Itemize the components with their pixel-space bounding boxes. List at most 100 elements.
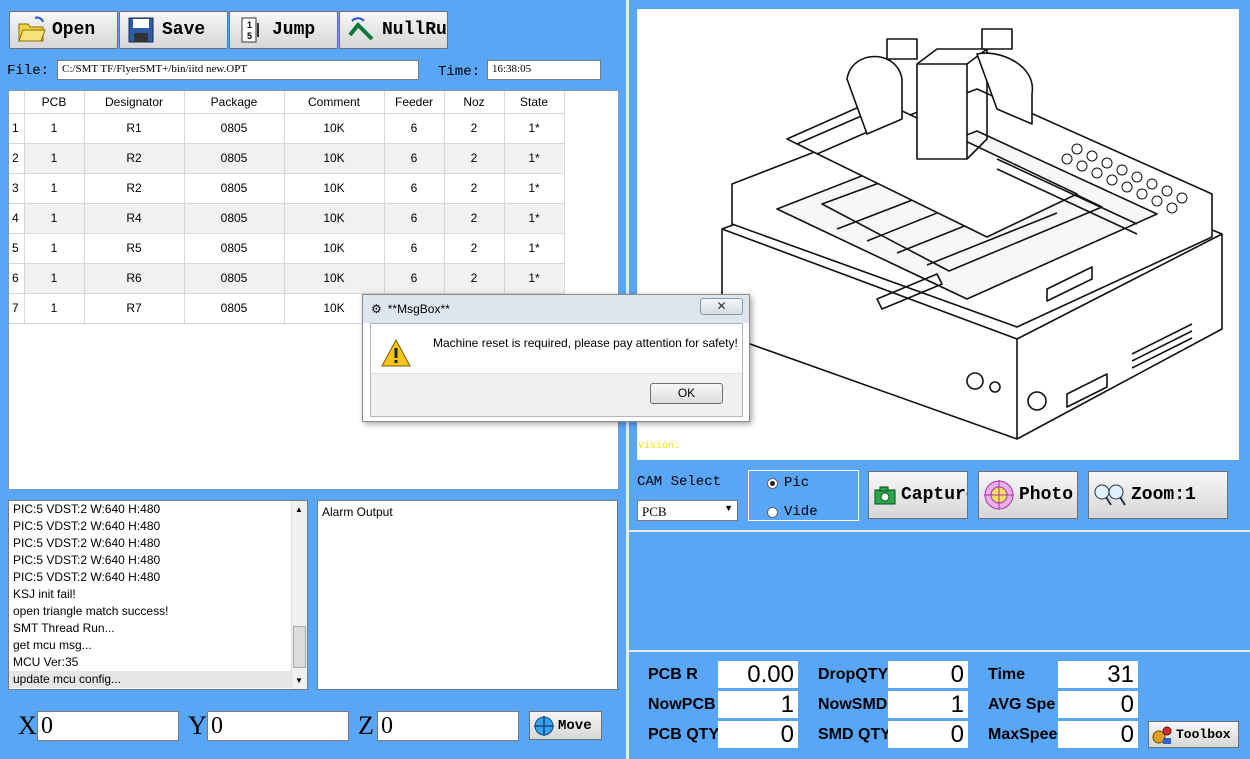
cell-package[interactable]: 0805	[184, 173, 285, 204]
cell-state[interactable]: 1*	[504, 173, 565, 204]
video-radio[interactable]: Vide	[767, 504, 818, 520]
y-position-field[interactable]: 0	[207, 711, 349, 741]
cell-noz[interactable]: 2	[444, 263, 505, 294]
move-button[interactable]: Move	[529, 711, 602, 740]
cell-feeder[interactable]: 6	[384, 233, 445, 264]
cell-designator[interactable]: R6	[84, 263, 185, 294]
cell-state[interactable]: 1*	[504, 113, 565, 144]
cell-pcb[interactable]: 1	[24, 113, 85, 144]
cell-noz[interactable]: 2	[444, 203, 505, 234]
log-line: SMT Thread Run...	[13, 621, 115, 635]
msgbox-dialog: ⚙ **MsgBox** ✕ Machine reset is required…	[362, 294, 750, 422]
cell-comment[interactable]: 10K	[284, 173, 385, 204]
cell-comment[interactable]: 10K	[284, 113, 385, 144]
save-button[interactable]: Save	[119, 11, 228, 49]
table-row[interactable]: 6 1 R6 0805 10K 6 2 1*	[9, 263, 565, 294]
horizontal-divider-stats	[629, 650, 1250, 652]
cell-feeder[interactable]: 6	[384, 113, 445, 144]
floppy-disk-icon	[128, 17, 154, 43]
cell-designator[interactable]: R2	[84, 143, 185, 174]
cell-package[interactable]: 0805	[184, 203, 285, 234]
cell-comment[interactable]: 10K	[284, 143, 385, 174]
cell-feeder[interactable]: 6	[384, 143, 445, 174]
table-row[interactable]: 5 1 R5 0805 10K 6 2 1*	[9, 233, 565, 264]
z-position-field[interactable]: 0	[377, 711, 519, 741]
table-row[interactable]: 1 1 R1 0805 10K 6 2 1*	[9, 113, 565, 144]
cell-comment[interactable]: 10K	[284, 263, 385, 294]
table-row[interactable]: 3 1 R2 0805 10K 6 2 1*	[9, 173, 565, 204]
scroll-down-icon[interactable]: ▼	[295, 676, 303, 685]
log-list[interactable]: PIC:5 VDST:2 W:640 H:480 PIC:5 VDST:2 W:…	[8, 500, 308, 690]
camera-icon	[874, 486, 896, 505]
cell-state[interactable]: 1*	[504, 233, 565, 264]
cam-select-dropdown[interactable]: PCB ▼	[637, 500, 738, 521]
log-scrollbar[interactable]: ▲ ▼	[291, 501, 307, 689]
cell-designator[interactable]: R2	[84, 173, 185, 204]
cell-feeder[interactable]: 6	[384, 173, 445, 204]
cell-noz[interactable]: 2	[444, 143, 505, 174]
cell-designator[interactable]: R4	[84, 203, 185, 234]
cell-designator[interactable]: R1	[84, 113, 185, 144]
cell-pcb[interactable]: 1	[24, 263, 85, 294]
cell-noz[interactable]: 2	[444, 113, 505, 144]
now-pcb-value: 1	[718, 691, 798, 718]
table-row[interactable]: 4 1 R4 0805 10K 6 2 1*	[9, 203, 565, 234]
cell-pcb[interactable]: 1	[24, 293, 85, 324]
cell-comment[interactable]: 10K	[284, 233, 385, 264]
capture-button[interactable]: Capture	[868, 471, 968, 519]
ok-button[interactable]: OK	[650, 383, 723, 404]
now-smd-label: NowSMD	[818, 696, 888, 713]
log-scroll-thumb[interactable]	[293, 626, 306, 668]
scroll-up-icon[interactable]: ▲	[295, 505, 303, 514]
cell-pcb[interactable]: 1	[24, 143, 85, 174]
pic-radio[interactable]: Pic	[767, 475, 809, 491]
cell-noz[interactable]: 2	[444, 173, 505, 204]
cell-package[interactable]: 0805	[184, 293, 285, 324]
cell-state[interactable]: 1*	[504, 143, 565, 174]
time-field[interactable]: 16:38:05	[487, 60, 601, 80]
row-number: 4	[9, 203, 25, 234]
nullrun-button[interactable]: NullRun	[339, 11, 448, 49]
cell-pcb[interactable]: 1	[24, 233, 85, 264]
cell-comment[interactable]: 10K	[284, 203, 385, 234]
cell-package[interactable]: 0805	[184, 263, 285, 294]
cell-pcb[interactable]: 1	[24, 203, 85, 234]
placement-table[interactable]: PCB Designator Package Comment Feeder No…	[8, 90, 619, 490]
cell-package[interactable]: 0805	[184, 113, 285, 144]
col-header-package[interactable]: Package	[184, 91, 285, 114]
photo-button[interactable]: Photo	[978, 471, 1078, 519]
col-header-feeder[interactable]: Feeder	[384, 91, 445, 114]
cell-pcb[interactable]: 1	[24, 173, 85, 204]
cell-designator[interactable]: R5	[84, 233, 185, 264]
cell-package[interactable]: 0805	[184, 143, 285, 174]
dialog-close-button[interactable]: ✕	[700, 298, 743, 315]
dialog-titlebar[interactable]: ⚙ **MsgBox** ✕	[363, 295, 749, 323]
smd-qty-value: 0	[888, 721, 968, 748]
zoom-button[interactable]: Zoom:1	[1088, 471, 1228, 519]
folder-open-icon	[18, 16, 46, 42]
chevron-down-icon: ▼	[724, 503, 733, 513]
cell-feeder[interactable]: 6	[384, 263, 445, 294]
file-path-field[interactable]: C:/SMT TF/FlyerSMT+/bin/iitd new.OPT	[57, 60, 419, 80]
jump-button[interactable]: 15 Jump	[229, 11, 338, 49]
y-axis-label: Y	[188, 711, 207, 740]
table-row[interactable]: 2 1 R2 0805 10K 6 2 1*	[9, 143, 565, 174]
x-position-field[interactable]: 0	[37, 711, 179, 741]
table-header-row: PCB Designator Package Comment Feeder No…	[9, 91, 565, 114]
cell-feeder[interactable]: 6	[384, 203, 445, 234]
open-button[interactable]: Open	[9, 11, 118, 49]
cell-state[interactable]: 1*	[504, 263, 565, 294]
cell-noz[interactable]: 2	[444, 233, 505, 264]
cell-package[interactable]: 0805	[184, 233, 285, 264]
col-header-comment[interactable]: Comment	[284, 91, 385, 114]
col-header-noz[interactable]: Noz	[444, 91, 505, 114]
col-header-designator[interactable]: Designator	[84, 91, 185, 114]
cell-state[interactable]: 1*	[504, 203, 565, 234]
toolbox-button[interactable]: Toolbox	[1148, 721, 1239, 748]
magnifier-icon	[1094, 484, 1126, 506]
drop-qty-value: 0	[888, 661, 968, 688]
cell-designator[interactable]: R7	[84, 293, 185, 324]
col-header-pcb[interactable]: PCB	[24, 91, 85, 114]
col-header-state[interactable]: State	[504, 91, 565, 114]
x-axis-label: X	[18, 711, 37, 740]
